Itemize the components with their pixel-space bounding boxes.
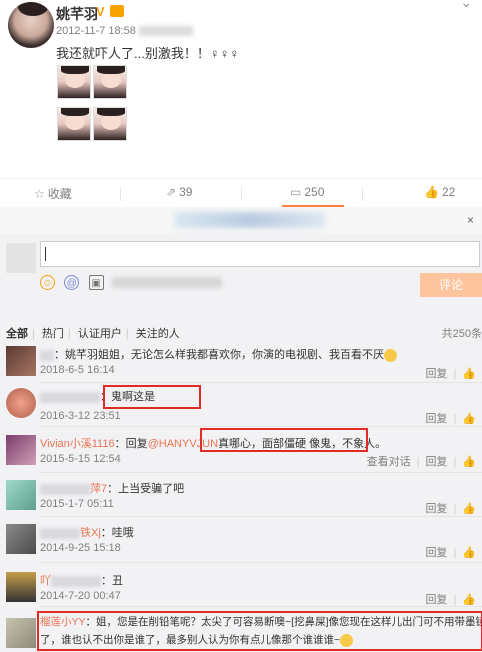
like-comment-button[interactable]: 👍: [462, 413, 476, 425]
comment-text: 铁Xj：哇哦: [40, 524, 134, 540]
highlight-box: [200, 428, 368, 452]
reply-button[interactable]: 回复: [425, 456, 447, 468]
commenter-avatar[interactable]: [6, 388, 36, 418]
highlight-box: [37, 611, 482, 651]
reply-button[interactable]: 回复: [425, 368, 447, 380]
thumbs-up-icon: 👍: [424, 185, 439, 199]
chevron-down-icon[interactable]: ⌄: [460, 0, 472, 11]
verified-badge: V: [96, 4, 105, 19]
post-photo[interactable]: [93, 65, 127, 99]
filter-following[interactable]: 关注的人: [136, 328, 180, 340]
comment-total: 共250条: [441, 328, 482, 340]
post-photo-grid: [57, 65, 129, 173]
post-photo[interactable]: [57, 107, 91, 141]
favorite-button[interactable]: ☆ 收藏: [34, 185, 72, 202]
image-icon[interactable]: ▣: [88, 275, 104, 291]
comment-time: 2015-1-7 05:11: [40, 498, 114, 510]
filter-all[interactable]: 全部: [6, 328, 28, 340]
author-name[interactable]: 姚芊羽: [56, 4, 98, 24]
comment-filters: 全部 | 热门 | 认证用户 | 关注的人: [6, 328, 180, 340]
comment-banner: ×: [0, 207, 482, 233]
comment-text: 吖：丑: [40, 575, 123, 587]
like-comment-button[interactable]: 👍: [462, 368, 476, 380]
comment-time: 2016-3-12 23:51: [40, 410, 121, 422]
close-icon[interactable]: ×: [467, 213, 474, 227]
like-comment-button[interactable]: 👍: [462, 547, 476, 559]
comment-time: 2014-9-25 15:18: [40, 542, 121, 554]
filter-verified[interactable]: 认证用户: [78, 328, 122, 340]
commenter-avatar[interactable]: [6, 480, 36, 510]
composer-tools: ☺ @ ▣: [40, 275, 222, 291]
comment-text: 萍7：上当受骗了吧: [40, 480, 184, 496]
repost-button[interactable]: ⇗ 39: [166, 185, 192, 199]
comment-text: Ji：姚芊羽姐姐，无论怎么样我都喜欢你，你演的电视剧、我百看不厌: [40, 346, 397, 362]
post-text: 我还就吓人了...别激我！！♀♀♀: [56, 46, 240, 61]
star-icon: ☆: [34, 187, 45, 201]
comment-time: 2015-5-15 12:54: [40, 453, 121, 465]
emoji-icon[interactable]: ☺: [40, 275, 55, 291]
view-conversation-link[interactable]: 查看对话: [367, 456, 411, 468]
repost-icon: ⇗: [166, 185, 177, 199]
submit-comment-button[interactable]: 评论: [420, 273, 482, 297]
post-action-bar: ☆ 收藏 ⇗ 39 ▭ 250 👍 22: [0, 178, 482, 206]
commenter-avatar[interactable]: [6, 435, 36, 465]
filter-hot[interactable]: 热门: [42, 328, 64, 340]
comment-time: 2014-7-20 00:47: [40, 590, 121, 602]
author-avatar[interactable]: [8, 2, 54, 48]
commenter-avatar[interactable]: [6, 524, 36, 554]
like-comment-button[interactable]: 👍: [462, 456, 476, 468]
current-user-avatar: [6, 243, 36, 273]
comment-time: 2018-6-5 16:14: [40, 364, 115, 376]
vip-crown-icon: [110, 5, 124, 17]
reply-button[interactable]: 回复: [425, 547, 447, 559]
comment-input[interactable]: [40, 241, 480, 267]
like-button[interactable]: 👍 22: [424, 185, 455, 199]
reply-button[interactable]: 回复: [425, 503, 447, 515]
smile-emoji-icon: [384, 348, 397, 362]
like-comment-button[interactable]: 👍: [462, 503, 476, 515]
post-photo[interactable]: [57, 65, 91, 99]
like-comment-button[interactable]: 👍: [462, 594, 476, 606]
mention-icon[interactable]: @: [64, 275, 80, 291]
commenter-avatar[interactable]: [6, 346, 36, 376]
post-photo[interactable]: [93, 107, 127, 141]
commenter-avatar[interactable]: [6, 618, 36, 648]
commenter-avatar[interactable]: [6, 572, 36, 602]
comment-button[interactable]: ▭ 250: [290, 185, 324, 199]
reply-button[interactable]: 回复: [425, 413, 447, 425]
highlight-box: [103, 385, 201, 409]
reply-button[interactable]: 回复: [425, 594, 447, 606]
comment-icon: ▭: [290, 185, 302, 199]
weibo-post: 姚芊羽 V ⌄ 2012-11-7 18:58 我还就吓人了...别激我！！♀♀…: [0, 0, 482, 175]
post-time[interactable]: 2012-11-7 18:58: [56, 25, 193, 37]
